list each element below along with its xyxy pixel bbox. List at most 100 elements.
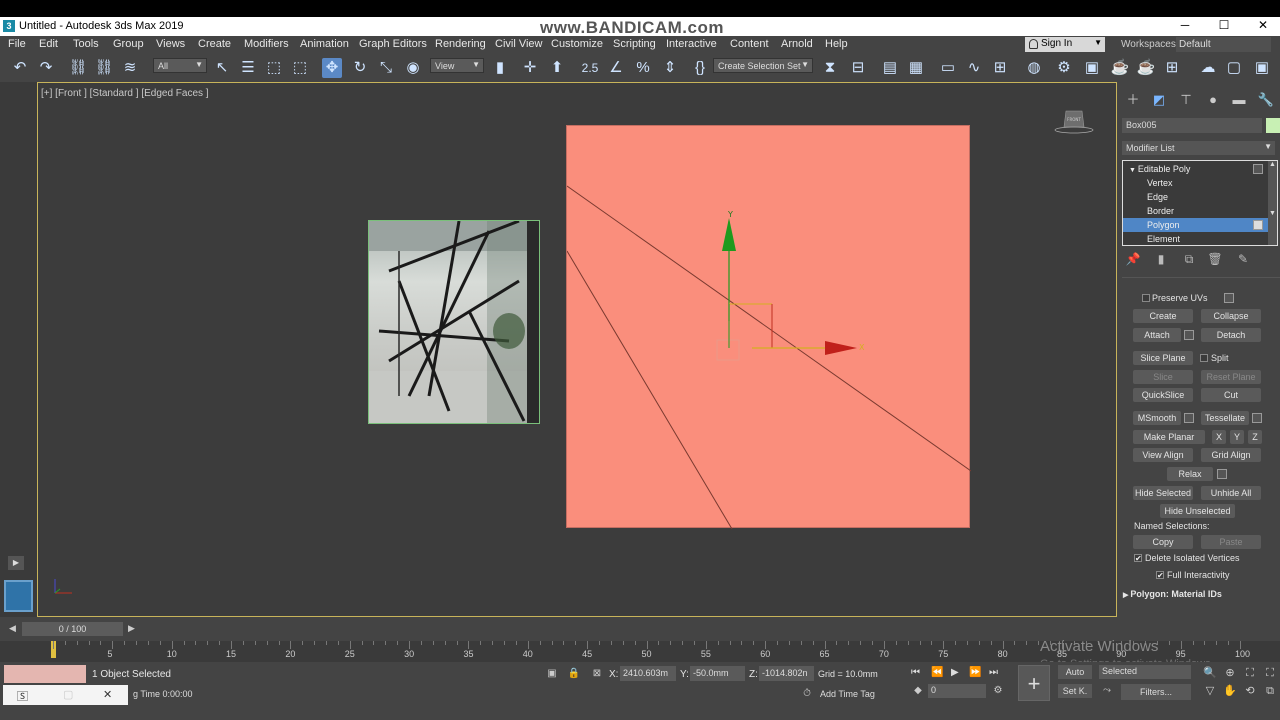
material-ids-rollout[interactable]: ▶ Polygon: Material IDs [1123, 589, 1273, 599]
redo-icon[interactable]: ↷ [36, 58, 56, 78]
auto-key-button[interactable]: Auto [1058, 665, 1092, 679]
attach-settings-icon[interactable] [1184, 330, 1194, 340]
expand-layout-button[interactable]: ▶ [8, 556, 24, 570]
box005-object[interactable]: Y X [566, 125, 971, 529]
percent-snap-icon[interactable]: % [633, 58, 653, 78]
absolute-mode-icon[interactable]: ⊠ [590, 667, 604, 681]
prev-frame-arrow-icon[interactable]: ◀ [9, 623, 16, 634]
keyboard-shortcut-icon[interactable]: ⬆ [547, 58, 567, 78]
edit-named-selection-icon[interactable]: {} [690, 58, 710, 78]
reference-image-plane[interactable] [368, 220, 540, 424]
view-align-button[interactable]: View Align [1133, 448, 1193, 462]
key-filter-selected-dropdown[interactable]: Selected [1099, 665, 1191, 679]
stack-item-toggle-icon[interactable] [1253, 164, 1263, 174]
remove-modifier-icon[interactable]: 🗑 [1207, 252, 1223, 268]
planar-z-button[interactable]: Z [1248, 430, 1262, 444]
paste-button[interactable]: Paste [1201, 535, 1261, 549]
split-checkbox[interactable] [1200, 354, 1208, 362]
hide-selected-button[interactable]: Hide Selected [1133, 486, 1193, 500]
render-in-cloud-icon[interactable]: ⊞ [1162, 58, 1182, 78]
spinner-snap-icon[interactable]: ⇕ [660, 58, 680, 78]
bind-space-warp-icon[interactable]: ≋ [120, 58, 140, 78]
sign-in-dropdown[interactable]: Sign In ▼ [1025, 37, 1105, 52]
manipulate-icon[interactable]: ✛ [520, 58, 540, 78]
menu-arnold[interactable]: Arnold [781, 38, 813, 50]
zoom-all-icon[interactable]: ⊕ [1223, 666, 1237, 680]
open-autodesk-a360-icon[interactable]: ☁ [1198, 58, 1218, 78]
menu-civil-view[interactable]: Civil View [495, 38, 542, 50]
menu-file[interactable]: File [8, 38, 26, 50]
select-and-move-icon[interactable]: ✥ [322, 58, 342, 78]
curve-editor-icon[interactable]: ∿ [964, 58, 984, 78]
render-setup-icon[interactable]: ⚙ [1054, 58, 1074, 78]
menu-views[interactable]: Views [156, 38, 185, 50]
zoom-extents-icon[interactable]: ⛶ [1243, 666, 1257, 680]
named-selection-dropdown[interactable]: Create Selection Set ▼ [713, 58, 813, 73]
snaps-toggle-icon[interactable]: 2.5 [580, 58, 600, 78]
select-and-place-icon[interactable]: ◉ [403, 58, 423, 78]
stack-item-element[interactable]: Element [1123, 232, 1269, 246]
reset-plane-button[interactable]: Reset Plane [1201, 370, 1261, 384]
make-unique-icon[interactable]: ⧉ [1181, 252, 1197, 268]
menu-scripting[interactable]: Scripting [613, 38, 656, 50]
menu-edit[interactable]: Edit [39, 38, 58, 50]
unhide-all-button[interactable]: Unhide All [1201, 486, 1261, 500]
modifier-list-dropdown[interactable]: Modifier List ▼ [1122, 141, 1275, 155]
hierarchy-tab-icon[interactable]: ⊤ [1177, 91, 1195, 109]
msmooth-button[interactable]: MSmooth [1133, 411, 1181, 425]
current-frame-field[interactable]: 0 [928, 684, 986, 698]
undo-icon[interactable]: ↶ [10, 58, 30, 78]
cut-button[interactable]: Cut [1201, 388, 1261, 402]
play-icon[interactable]: ▶ [951, 667, 959, 678]
close-icon[interactable]: ✕ [103, 688, 112, 701]
full-interactivity-checkbox[interactable]: ✔ [1156, 571, 1164, 580]
schematic-view-icon[interactable]: ⊞ [990, 58, 1010, 78]
close-button[interactable]: ✕ [1248, 18, 1278, 35]
pivot-center-icon[interactable]: ▮ [490, 58, 510, 78]
y-coord-field[interactable]: -50.0mm [690, 666, 745, 681]
3dsmax-taskbar-icon[interactable]: 🅂 [17, 688, 28, 704]
next-frame-arrow-icon[interactable]: ▶ [128, 623, 135, 634]
delete-isolated-checkbox[interactable]: ✔ [1134, 554, 1142, 563]
set-key-button[interactable]: + [1018, 665, 1050, 701]
time-tag-icon[interactable]: ⏱ [800, 687, 814, 701]
grid-align-button[interactable]: Grid Align [1201, 448, 1261, 462]
select-and-rotate-icon[interactable]: ↻ [350, 58, 370, 78]
render-iterative-icon[interactable]: ☕ [1136, 58, 1156, 78]
object-name-field[interactable]: Box005 [1122, 118, 1262, 133]
menu-graph-editors[interactable]: Graph Editors [359, 38, 427, 50]
scene-explorer-icon[interactable]: ▤ [880, 58, 900, 78]
orbit-icon[interactable]: ⟲ [1243, 684, 1257, 698]
stack-item-border[interactable]: Border [1123, 204, 1269, 218]
relax-settings-icon[interactable] [1217, 469, 1227, 479]
link-icon[interactable]: ⛓ [68, 58, 88, 78]
time-configuration-icon[interactable]: ⚙ [991, 684, 1005, 698]
preserve-uvs-settings-icon[interactable] [1224, 293, 1234, 303]
workspaces-dropdown[interactable]: Default [1176, 37, 1271, 52]
modify-tab-icon[interactable]: ◩ [1150, 91, 1168, 109]
menu-interactive[interactable]: Interactive [666, 38, 717, 50]
stack-item-toggle-icon[interactable] [1253, 220, 1263, 230]
select-object-icon[interactable]: ↖ [212, 58, 232, 78]
window-crossing-icon[interactable]: ⬚ [290, 58, 310, 78]
go-to-start-icon[interactable]: ⏮ [911, 667, 920, 678]
key-mode-icon[interactable]: ◆ [911, 684, 925, 698]
menu-modifiers[interactable]: Modifiers [244, 38, 289, 50]
set-key-mode-button[interactable]: Set K. [1058, 684, 1092, 698]
arnold-render-icon[interactable]: ▢ [1224, 58, 1244, 78]
layer-explorer-icon[interactable]: ▦ [906, 58, 926, 78]
reference-coordinate-dropdown[interactable]: View ▼ [430, 58, 484, 73]
stack-item-vertex[interactable]: Vertex [1123, 176, 1269, 190]
viewport-label[interactable]: [+] [Front ] [Standard ] [Edged Faces ] [41, 88, 209, 99]
maxscript-listener[interactable] [4, 665, 86, 683]
create-tab-icon[interactable]: ＋ [1124, 91, 1142, 109]
attach-button[interactable]: Attach [1133, 328, 1181, 342]
relax-button[interactable]: Relax [1167, 467, 1213, 481]
key-tangent-icon[interactable]: ⤳ [1100, 684, 1114, 698]
tessellate-settings-icon[interactable] [1252, 413, 1262, 423]
planar-x-button[interactable]: X [1212, 430, 1226, 444]
stack-item-polygon[interactable]: Polygon [1123, 218, 1269, 232]
quickslice-button[interactable]: QuickSlice [1133, 388, 1193, 402]
menu-help[interactable]: Help [825, 38, 848, 50]
select-and-scale-icon[interactable]: ⤡ [376, 58, 396, 78]
